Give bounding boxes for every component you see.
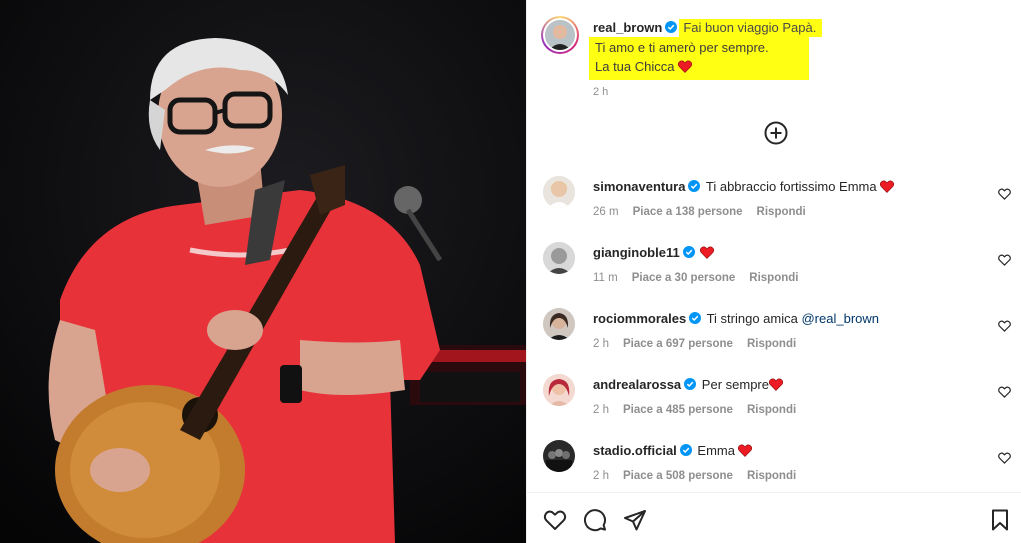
comment-time: 11 m	[593, 272, 618, 284]
verified-badge-icon	[665, 21, 678, 33]
comment-likes[interactable]: Piace a 485 persone	[623, 404, 733, 416]
reply-button[interactable]: Rispondi	[747, 470, 796, 482]
like-heart-icon[interactable]	[543, 508, 567, 532]
reply-button[interactable]: Rispondi	[757, 206, 806, 218]
red-heart-icon	[737, 444, 752, 457]
comment-text: Ti abbraccio fortissimo Emma	[705, 179, 877, 194]
red-heart-icon	[677, 60, 692, 73]
comment-likes[interactable]: Piace a 138 persone	[633, 206, 743, 218]
comment-item: stadio.official Emma 2 h Piace a 508 pers…	[527, 440, 1021, 500]
comment-bubble-icon[interactable]	[583, 508, 607, 532]
reply-button[interactable]: Rispondi	[749, 272, 798, 284]
verified-badge-icon	[682, 246, 695, 258]
caption-line-3: La tua Chicca	[595, 59, 675, 74]
comment-item: simonaventura Ti abbraccio fortissimo Em…	[527, 176, 1021, 236]
comment-username[interactable]: stadio.official	[593, 443, 677, 458]
verified-badge-icon	[689, 312, 702, 324]
comment-time: 2 h	[593, 470, 609, 482]
commenter-avatar[interactable]	[543, 374, 575, 406]
share-paper-plane-icon[interactable]	[623, 508, 647, 532]
comment-text: Emma	[697, 443, 735, 458]
comment-likes[interactable]: Piace a 30 persone	[632, 272, 736, 284]
red-heart-icon	[699, 246, 714, 259]
comment-like-heart-icon[interactable]	[998, 452, 1011, 464]
commenter-avatar[interactable]	[543, 242, 575, 274]
red-heart-icon	[769, 378, 783, 391]
comment-like-heart-icon[interactable]	[998, 254, 1011, 266]
verified-badge-icon	[679, 444, 692, 456]
comment-username[interactable]: simonaventura	[593, 179, 685, 194]
commenter-avatar[interactable]	[543, 308, 575, 340]
comment-likes[interactable]: Piace a 508 persone	[623, 470, 733, 482]
comment-item: rociommorales Ti stringo amica @real_bro…	[527, 308, 1021, 368]
comment-likes[interactable]: Piace a 697 persone	[623, 338, 733, 350]
save-bookmark-icon[interactable]	[988, 508, 1012, 532]
load-more-plus-icon[interactable]	[764, 121, 788, 145]
caption-line-1: Fai buon viaggio Papà.	[679, 19, 823, 37]
comment-item: andrealarossa Per sempre 2 h Piace a 485 …	[527, 374, 1021, 434]
comment-username[interactable]: andrealarossa	[593, 377, 681, 392]
comment-like-heart-icon[interactable]	[998, 188, 1011, 200]
post-caption: real_brown Fai buon viaggio Papà. Ti amo …	[589, 18, 993, 98]
comment-like-heart-icon[interactable]	[998, 320, 1011, 332]
post-photo	[0, 0, 526, 543]
comments-panel: real_brown Fai buon viaggio Papà. Ti amo …	[526, 0, 1021, 543]
author-avatar-ring[interactable]	[541, 16, 579, 54]
comment-username[interactable]: rociommorales	[593, 311, 686, 326]
red-heart-icon	[879, 180, 894, 193]
caption-highlight: Ti amo e ti amerò per sempre. La tua Chi…	[589, 37, 809, 80]
author-username[interactable]: real_brown	[593, 20, 662, 35]
post-timestamp: 2 h	[593, 86, 609, 98]
commenter-avatar[interactable]	[543, 440, 575, 472]
comment-username[interactable]: gianginoble11	[593, 245, 680, 260]
author-avatar	[545, 20, 575, 50]
comment-item: gianginoble11 11 m Piace a 30 persone Risp…	[527, 242, 1021, 302]
reply-button[interactable]: Rispondi	[747, 404, 796, 416]
comment-text: Ti stringo amica	[706, 311, 802, 326]
reply-button[interactable]: Rispondi	[747, 338, 796, 350]
caption-line-2: Ti amo e ti amerò per sempre.	[595, 40, 769, 55]
comment-text: Per sempre	[701, 377, 769, 392]
commenter-avatar[interactable]	[543, 176, 575, 208]
comment-time: 2 h	[593, 338, 609, 350]
action-bar-divider	[527, 492, 1021, 493]
verified-badge-icon	[688, 180, 701, 192]
comment-time: 26 m	[593, 206, 619, 218]
verified-badge-icon	[684, 378, 697, 390]
comment-like-heart-icon[interactable]	[998, 386, 1011, 398]
comment-mention-link[interactable]: @real_brown	[801, 311, 879, 326]
comment-time: 2 h	[593, 404, 609, 416]
